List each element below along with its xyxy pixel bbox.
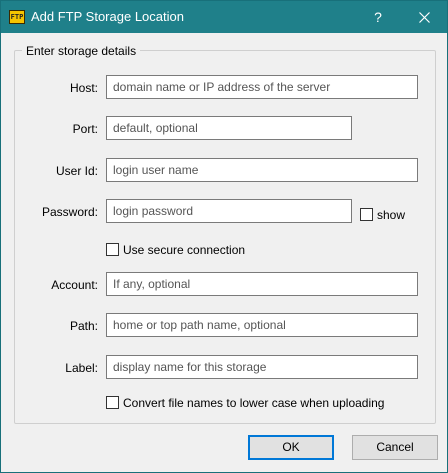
help-button[interactable]: ? <box>363 3 393 31</box>
close-icon <box>418 12 430 23</box>
path-label: Path: <box>69 319 98 333</box>
secure-connection-label[interactable]: Use secure connection <box>123 243 245 257</box>
close-button[interactable] <box>405 3 443 31</box>
storage-label-label: Label: <box>65 361 98 375</box>
lowercase-label[interactable]: Convert file names to lower case when up… <box>123 396 384 410</box>
user-id-label: User Id: <box>55 164 98 178</box>
host-label: Host: <box>69 81 98 95</box>
path-input[interactable]: home or top path name, optional <box>106 313 418 337</box>
user-id-input[interactable]: login user name <box>106 158 418 182</box>
port-label: Port: <box>72 122 98 136</box>
secure-connection-checkbox[interactable] <box>106 243 119 256</box>
dialog-window: FTP Add FTP Storage Location ? Enter sto… <box>0 0 448 473</box>
host-input[interactable]: domain name or IP address of the server <box>106 75 418 99</box>
lowercase-checkbox[interactable] <box>106 396 119 409</box>
password-input[interactable]: login password <box>106 199 352 223</box>
password-label: Password: <box>41 205 98 219</box>
ok-button[interactable]: OK <box>248 435 334 460</box>
cancel-button[interactable]: Cancel <box>352 435 438 460</box>
port-input[interactable]: default, optional <box>106 116 352 140</box>
show-password-checkbox[interactable] <box>360 208 373 221</box>
ftp-app-icon: FTP <box>9 10 25 24</box>
group-legend: Enter storage details <box>22 44 141 58</box>
storage-label-input[interactable]: display name for this storage <box>106 355 418 379</box>
show-password-label[interactable]: show <box>377 208 405 222</box>
account-input[interactable]: If any, optional <box>106 272 418 296</box>
title-bar[interactable]: FTP Add FTP Storage Location ? <box>1 1 447 33</box>
account-label: Account: <box>51 278 98 292</box>
dialog-title: Add FTP Storage Location <box>31 9 184 24</box>
